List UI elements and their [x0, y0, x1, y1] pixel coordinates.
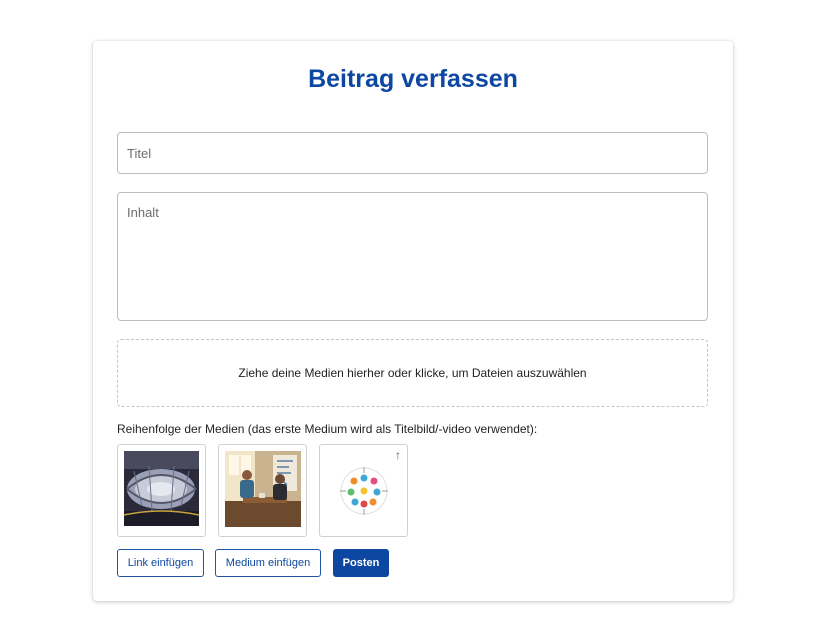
compose-post-card: Beitrag verfassen Ziehe deine Medien hie…: [93, 41, 733, 601]
page-title: Beitrag verfassen: [308, 65, 518, 93]
media-dropzone[interactable]: Ziehe deine Medien hierher oder klicke, …: [117, 339, 708, 407]
post-button[interactable]: Posten: [333, 549, 389, 577]
content-textarea[interactable]: [117, 192, 708, 321]
meeting-image: [225, 451, 301, 527]
insert-link-button[interactable]: Link einfügen: [117, 549, 204, 577]
media-thumbnail-3[interactable]: ↑: [319, 444, 408, 537]
media-thumbnail-2[interactable]: [218, 444, 307, 537]
title-input[interactable]: [117, 132, 708, 174]
icon-graphic-image: [340, 467, 388, 515]
insert-media-button[interactable]: Medium einfügen: [215, 549, 321, 577]
media-order-label: Reihenfolge der Medien (das erste Medium…: [117, 422, 538, 436]
media-thumbnail-1[interactable]: [117, 444, 206, 537]
move-up-icon[interactable]: ↑: [395, 449, 401, 461]
dropzone-text: Ziehe deine Medien hierher oder klicke, …: [238, 366, 587, 380]
panorama-image: [124, 451, 199, 526]
